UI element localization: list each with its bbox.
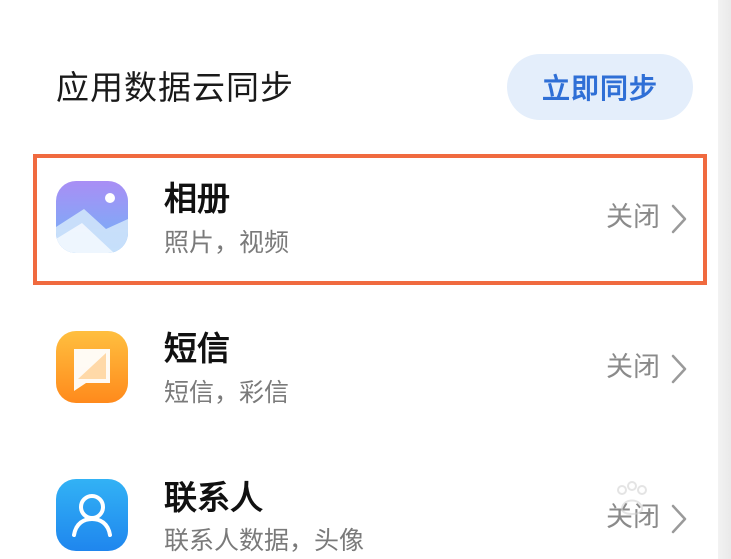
highlight-box (33, 154, 707, 285)
item-status: 关闭 (606, 352, 660, 383)
contacts-icon (56, 479, 128, 551)
watermark-logo (617, 481, 647, 515)
sync-now-button[interactable]: 立即同步 (507, 54, 693, 120)
item-title: 联系人 (164, 478, 263, 517)
item-subtitle: 短信，彩信 (164, 378, 290, 407)
item-title: 短信 (164, 329, 230, 368)
item-subtitle: 联系人数据，头像 (164, 526, 365, 555)
section-title: 应用数据云同步 (56, 68, 294, 107)
screen-edge (718, 0, 731, 559)
chevron-right-icon (671, 354, 687, 384)
messages-icon (56, 331, 128, 403)
list-item-messages[interactable]: 短信 短信，彩信 关闭 (30, 296, 716, 436)
